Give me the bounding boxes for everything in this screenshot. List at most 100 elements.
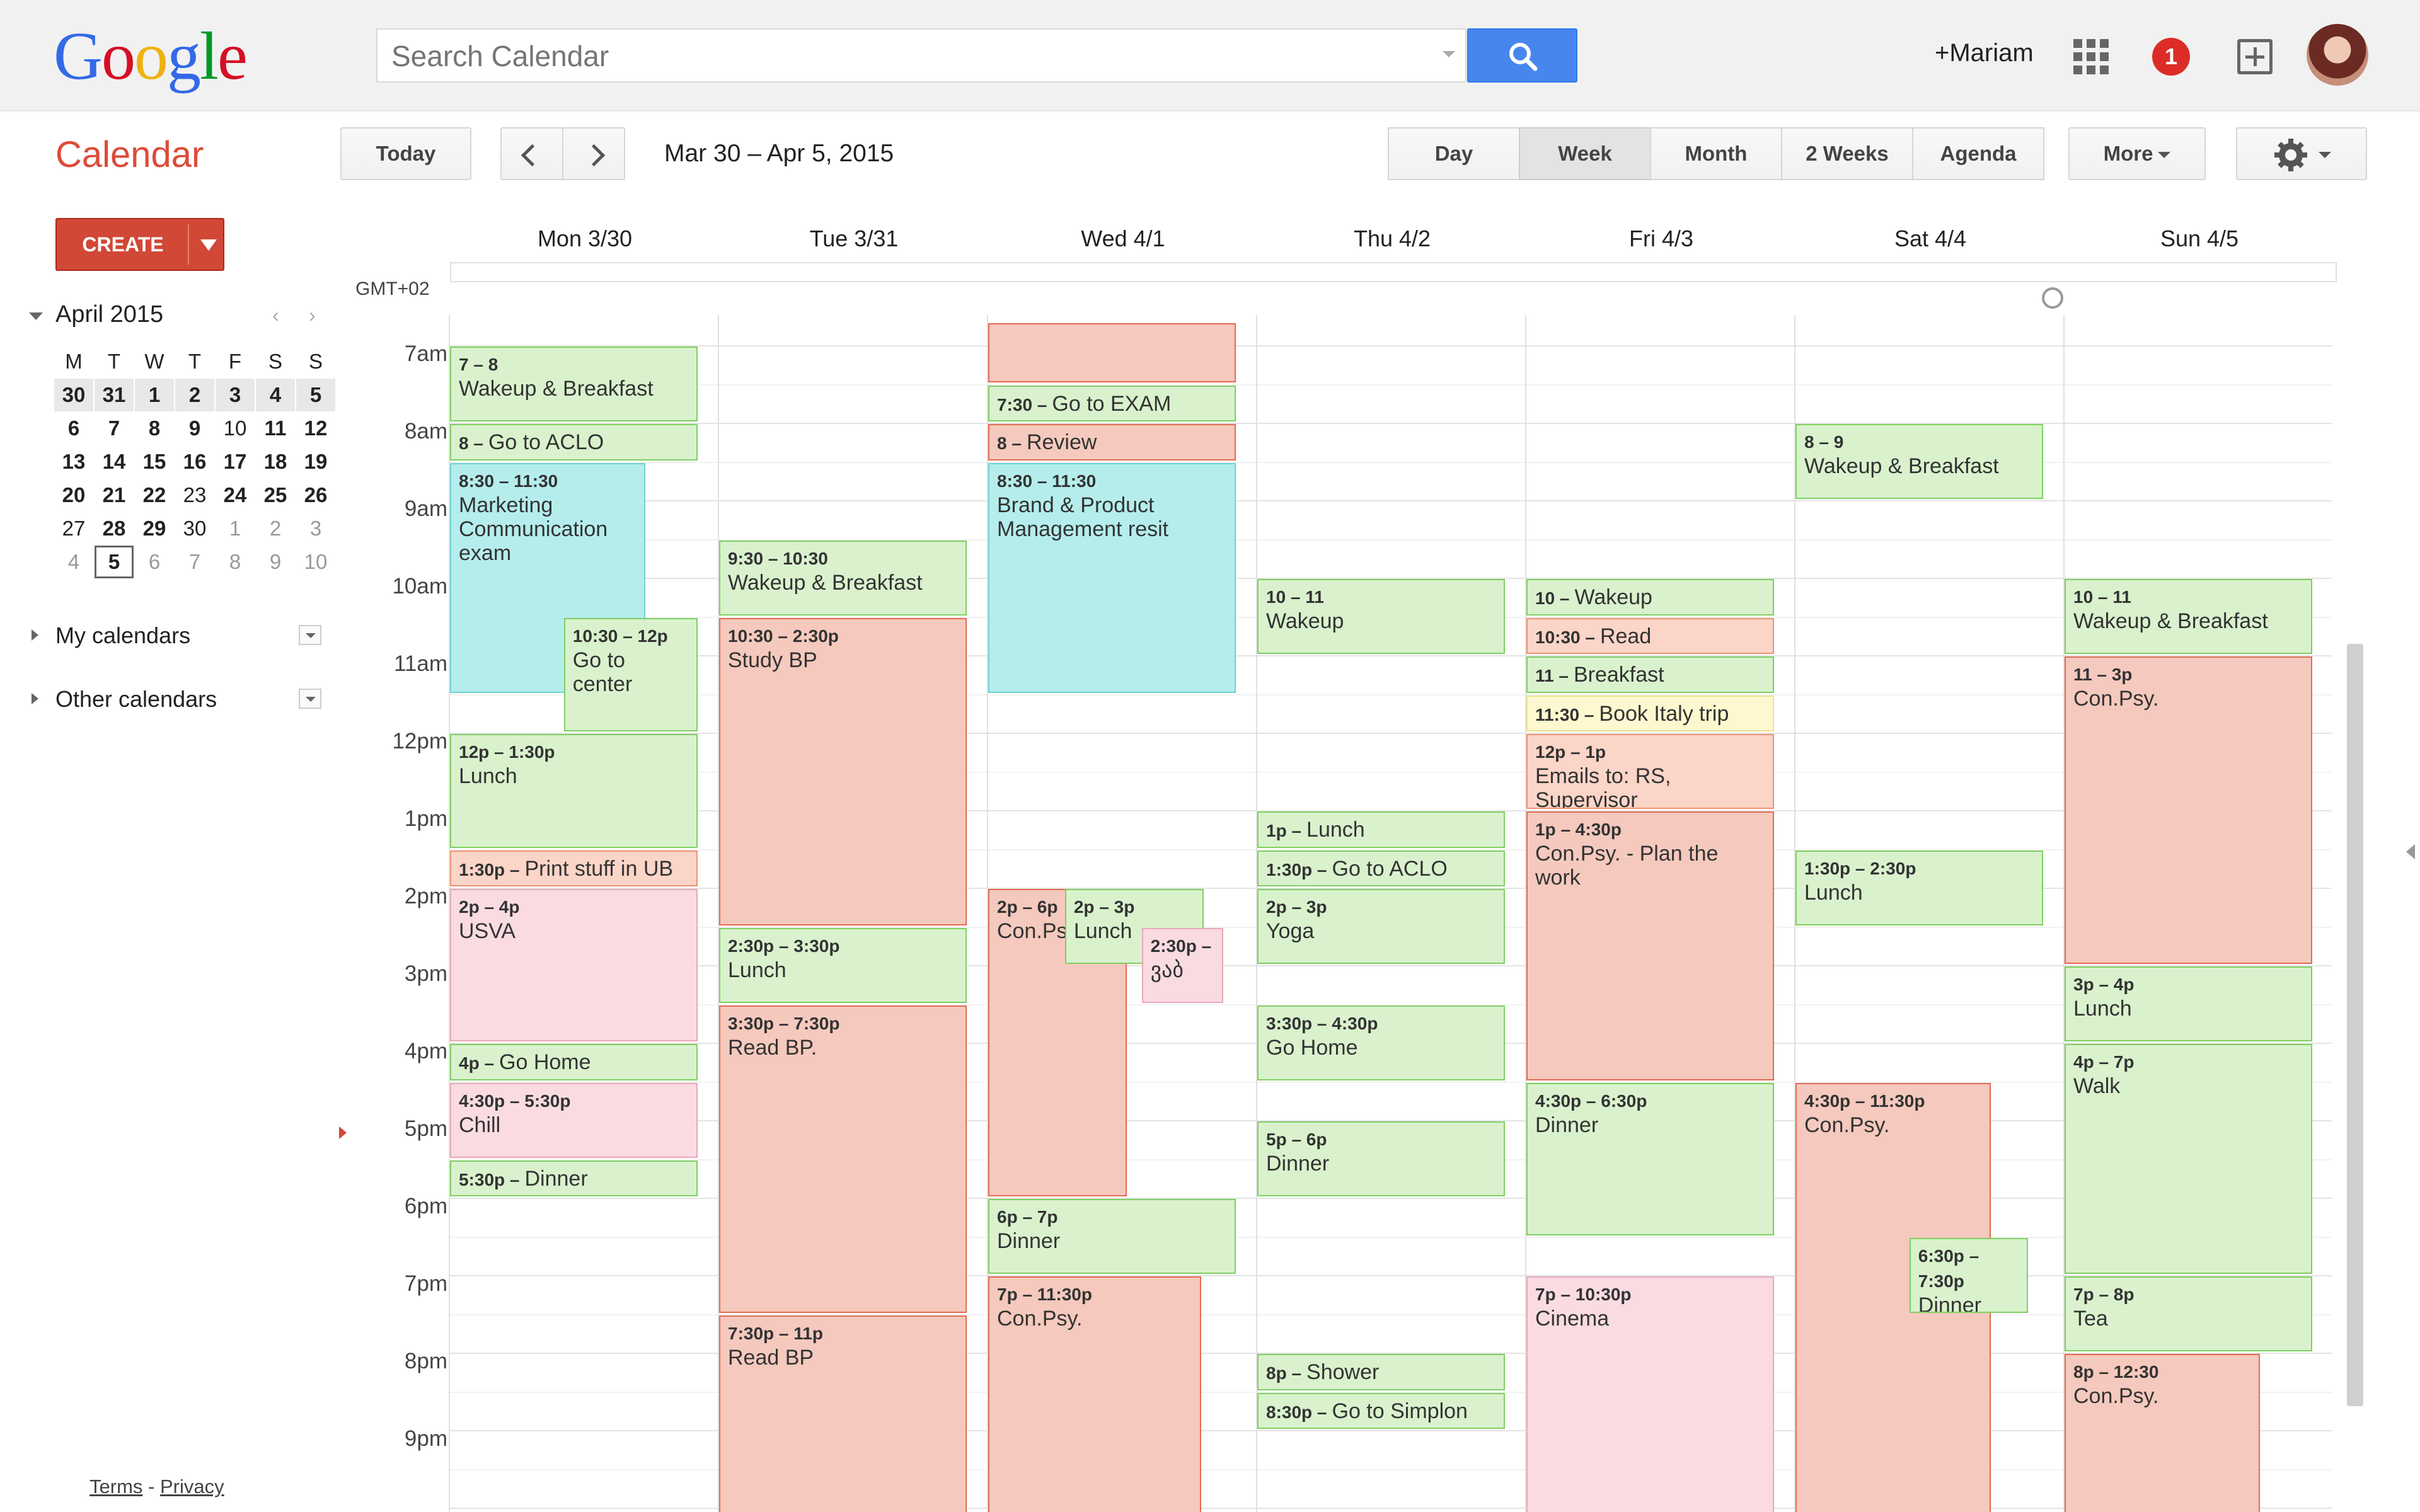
mini-day[interactable]: 21: [95, 479, 134, 512]
expand-triangle-icon[interactable]: [32, 629, 38, 641]
mini-day[interactable]: 9: [256, 546, 295, 578]
mini-day[interactable]: 15: [135, 445, 174, 478]
mini-day[interactable]: 3: [296, 512, 335, 545]
calendar-event[interactable]: 11:30 – Book Italy trip: [1526, 695, 1774, 731]
search-options-icon[interactable]: [1443, 51, 1455, 57]
notifications-badge[interactable]: 1: [2152, 38, 2190, 76]
calendar-event[interactable]: 6:30p – 7:30p Dinner: [1909, 1237, 2029, 1313]
quick-add-arrow-icon[interactable]: [200, 239, 217, 251]
my-calendars-menu-icon[interactable]: [299, 625, 321, 645]
calendar-event[interactable]: 7p – 11:30p Con.Psy.: [988, 1276, 1201, 1512]
side-panel-arrow-icon[interactable]: [2406, 844, 2415, 859]
mini-day[interactable]: 30: [54, 379, 93, 411]
mini-day[interactable]: 1: [216, 512, 255, 545]
calendar-event[interactable]: 2:30p – ვაბ: [1141, 927, 1224, 1003]
other-calendars-toggle[interactable]: Other calendars: [55, 686, 217, 713]
mini-day[interactable]: 6: [135, 546, 174, 578]
mini-day[interactable]: 7: [175, 546, 214, 578]
calendar-event[interactable]: 2p – 4p USVA: [450, 889, 698, 1041]
calendar-event[interactable]: 8 – 9 Wakeup & Breakfast: [1795, 424, 2043, 499]
calendar-event[interactable]: 7p – 10:30p Cinema: [1526, 1276, 1774, 1512]
calendar-event[interactable]: 8:30p – Go to Simplon: [1257, 1392, 1505, 1429]
view-button-2-weeks[interactable]: 2 Weeks: [1781, 127, 1913, 180]
view-button-week[interactable]: Week: [1519, 127, 1651, 180]
day-header[interactable]: Tue 3/31: [719, 226, 989, 252]
view-button-month[interactable]: Month: [1650, 127, 1782, 180]
mini-day[interactable]: 2: [256, 512, 295, 545]
mini-day[interactable]: 5: [95, 546, 134, 578]
mini-day[interactable]: 16: [175, 445, 214, 478]
avatar[interactable]: [2307, 24, 2368, 86]
calendar-event[interactable]: 1p – 4:30p Con.Psy. - Plan the work: [1526, 811, 1774, 1080]
calendar-event[interactable]: 5p – 6p Dinner: [1257, 1121, 1505, 1196]
calendar-event[interactable]: 12p – 1p Emails to: RS, Supervisor: [1526, 734, 1774, 809]
mini-day[interactable]: 12: [296, 412, 335, 445]
create-button[interactable]: CREATE: [55, 218, 224, 271]
search-button[interactable]: [1467, 28, 1577, 83]
mini-day[interactable]: 11: [256, 412, 295, 445]
calendar-event[interactable]: 11 – 3p Con.Psy.: [2065, 656, 2312, 964]
calendar-event[interactable]: 4:30p – 6:30p Dinner: [1526, 1082, 1774, 1235]
calendar-event[interactable]: 10 – Wakeup: [1526, 579, 1774, 616]
calendar-event[interactable]: 4:30p – 5:30p Chill: [450, 1082, 698, 1158]
mini-day[interactable]: 24: [216, 479, 255, 512]
mini-day[interactable]: 4: [256, 379, 295, 411]
mini-prev-icon[interactable]: ‹: [272, 304, 279, 327]
calendar-event[interactable]: 11 – Breakfast: [1526, 656, 1774, 693]
mini-day[interactable]: 13: [54, 445, 93, 478]
calendar-event[interactable]: 3p – 4p Lunch: [2065, 966, 2312, 1041]
mini-day[interactable]: 9: [175, 412, 214, 445]
mini-day[interactable]: 3: [216, 379, 255, 411]
mini-calendar-month[interactable]: April 2015: [55, 301, 163, 328]
calendar-event[interactable]: 1:30p – Go to ACLO: [1257, 850, 1505, 886]
calendar-event[interactable]: 1:30p – 2:30p Lunch: [1795, 850, 2043, 925]
more-button[interactable]: More: [2068, 127, 2206, 180]
mini-day[interactable]: 31: [95, 379, 134, 411]
calendar-event[interactable]: 10:30 – Read: [1526, 617, 1774, 654]
view-button-day[interactable]: Day: [1388, 127, 1520, 180]
my-calendars-toggle[interactable]: My calendars: [55, 622, 190, 649]
mini-day[interactable]: 8: [135, 412, 174, 445]
calendar-event[interactable]: 8 – Review: [988, 424, 1236, 461]
calendar-event[interactable]: 1:30p – Print stuff in UB: [450, 850, 698, 886]
share-plus-icon[interactable]: [2237, 39, 2273, 74]
calendar-event[interactable]: 5:30p – Dinner: [450, 1160, 698, 1196]
calendar-event[interactable]: 4p – 7p Walk: [2065, 1044, 2312, 1274]
mini-day[interactable]: 30: [175, 512, 214, 545]
week-grid[interactable]: 7am 8am 9am 10am 11am 12pm 1pm 2pm 3pm 4pm 5pm 6pm 7…: [340, 315, 2332, 1512]
mini-day[interactable]: 29: [135, 512, 174, 545]
collapse-triangle-icon[interactable]: [29, 312, 43, 320]
view-button-agenda[interactable]: Agenda: [1912, 127, 2044, 180]
day-header[interactable]: Mon 3/30: [450, 226, 720, 252]
mini-day[interactable]: 14: [95, 445, 134, 478]
search-input[interactable]: [390, 30, 1426, 83]
refresh-icon[interactable]: [2042, 287, 2063, 309]
terms-link[interactable]: Terms: [89, 1475, 142, 1498]
calendar-event[interactable]: 2p – 3p Yoga: [1257, 889, 1505, 964]
mini-day[interactable]: 28: [95, 512, 134, 545]
apps-grid-icon[interactable]: [2073, 39, 2109, 74]
mini-day[interactable]: 18: [256, 445, 295, 478]
mini-day[interactable]: 27: [54, 512, 93, 545]
mini-day[interactable]: 26: [296, 479, 335, 512]
calendar-event[interactable]: 10:30 – 2:30p Study BP: [719, 617, 967, 925]
day-header[interactable]: Sun 4/5: [2065, 226, 2334, 252]
privacy-link[interactable]: Privacy: [160, 1475, 224, 1498]
calendar-event[interactable]: 7p – 8p Tea: [2065, 1276, 2312, 1351]
calendar-event[interactable]: 4p – Go Home: [450, 1044, 698, 1080]
mini-day[interactable]: 7: [95, 412, 134, 445]
calendar-event[interactable]: 1p – Lunch: [1257, 811, 1505, 848]
calendar-event[interactable]: 3:30p – 4:30p Go Home: [1257, 1005, 1505, 1080]
day-header[interactable]: Wed 4/1: [988, 226, 1258, 252]
mini-day[interactable]: 4: [54, 546, 93, 578]
mini-day[interactable]: 1: [135, 379, 174, 411]
day-header[interactable]: Fri 4/3: [1526, 226, 1796, 252]
calendar-event[interactable]: 9:30 – 10:30 Wakeup & Breakfast: [719, 540, 967, 616]
calendar-event[interactable]: 7:30 – Go to EXAM: [988, 385, 1236, 421]
today-button[interactable]: Today: [340, 127, 471, 180]
calendar-event[interactable]: 2:30p – 3:30p Lunch: [719, 927, 967, 1003]
mini-day[interactable]: 19: [296, 445, 335, 478]
calendar-event[interactable]: 8:30 – 11:30 Brand & Product Management r…: [988, 462, 1236, 693]
calendar-event[interactable]: 10 – 11 Wakeup & Breakfast: [2065, 579, 2312, 654]
calendar-event[interactable]: 8 – Go to ACLO: [450, 424, 698, 461]
